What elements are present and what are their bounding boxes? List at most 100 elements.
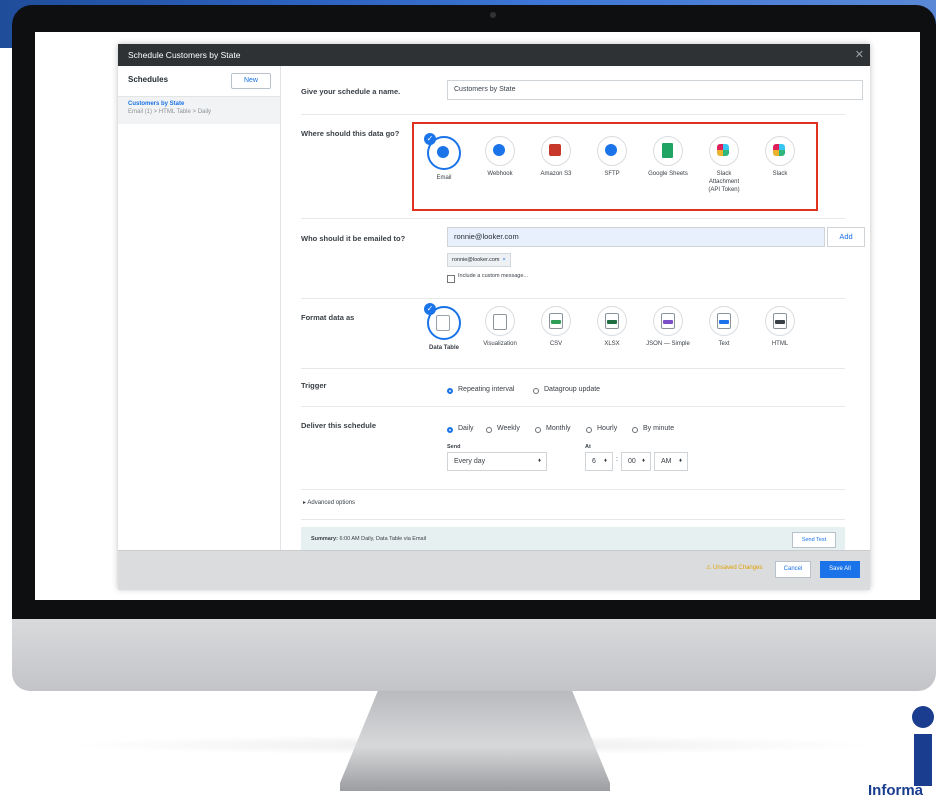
sidebar-header: Schedules New bbox=[118, 66, 280, 97]
summary-bar: Summary: 6:00 AM Daily, Data Table via E… bbox=[301, 527, 845, 552]
dialog-header: Schedule Customers by State ✕ bbox=[118, 44, 870, 66]
ampm-select[interactable]: AM ♦ bbox=[654, 452, 688, 471]
format-label-text: Text bbox=[718, 341, 730, 347]
new-schedule-button[interactable]: New bbox=[231, 73, 271, 89]
recipient-chip-label: ronnie@looker.com bbox=[452, 257, 500, 263]
destination-google-sheets[interactable]: Google Sheets bbox=[638, 136, 698, 178]
remove-chip-icon[interactable]: × bbox=[502, 257, 505, 263]
format-label-html: HTML bbox=[771, 341, 789, 347]
slack-attachment-option-circle bbox=[709, 136, 739, 166]
format-label: Format data as bbox=[301, 313, 355, 322]
monitor-stand bbox=[340, 691, 610, 791]
select-arrow-icon: ♦ bbox=[641, 458, 645, 464]
xlsx-tag bbox=[607, 320, 617, 324]
destination-label-slack-attachment: Slack Attachment (API Token) bbox=[708, 171, 740, 193]
destination-email[interactable]: ✓ Email bbox=[414, 133, 474, 182]
format-data-table[interactable]: ✓ Data Table bbox=[419, 303, 469, 352]
summary-text: Summary: 6:00 AM Daily, Data Table via E… bbox=[311, 536, 426, 542]
deliver-radio-weekly[interactable] bbox=[486, 427, 492, 433]
send-test-button[interactable]: Send Test bbox=[792, 532, 836, 548]
trigger-radio-repeating[interactable] bbox=[447, 388, 453, 394]
deliver-radio-daily[interactable] bbox=[447, 427, 453, 433]
html-circle bbox=[765, 306, 795, 336]
deliver-option-weekly: Weekly bbox=[497, 425, 520, 432]
format-xlsx[interactable]: XLSX bbox=[587, 306, 637, 348]
select-arrow-icon: ♦ bbox=[603, 458, 607, 464]
destination-slack-attachment[interactable]: Slack Attachment (API Token) bbox=[694, 136, 754, 194]
summary-prefix: Summary: bbox=[311, 536, 338, 542]
brand-logo-dot bbox=[912, 706, 934, 728]
destination-sftp[interactable]: SFTP bbox=[582, 136, 642, 178]
send-select[interactable]: Every day ♦ bbox=[447, 452, 547, 471]
text-tag bbox=[719, 320, 729, 324]
advanced-row bbox=[301, 489, 845, 520]
sidebar-item-customers-by-state[interactable]: Customers by State Email (1) > HTML Tabl… bbox=[118, 97, 280, 124]
destination-label-sftp: SFTP bbox=[604, 171, 620, 177]
destination-amazon-s3[interactable]: Amazon S3 bbox=[526, 136, 586, 178]
hour-select[interactable]: 6 ♦ bbox=[585, 452, 613, 471]
add-recipient-button[interactable]: Add bbox=[827, 227, 865, 247]
deliver-radio-hourly[interactable] bbox=[586, 427, 592, 433]
schedule-name: Customers by State bbox=[128, 101, 185, 107]
unsaved-changes-warning: ⚠ Unsaved Changes bbox=[706, 565, 763, 571]
dialog-footer: ⚠ Unsaved Changes Cancel Save All bbox=[118, 550, 870, 590]
format-html[interactable]: HTML bbox=[755, 306, 805, 348]
recipients-label: Who should it be emailed to? bbox=[301, 234, 406, 243]
sftp-option-circle bbox=[597, 136, 627, 166]
camera-icon bbox=[490, 12, 496, 18]
format-text[interactable]: Text bbox=[699, 306, 749, 348]
select-arrow-icon: ♦ bbox=[678, 458, 682, 464]
format-label-data-table: Data Table bbox=[429, 345, 459, 351]
ampm-value: AM bbox=[661, 458, 672, 465]
visualization-circle bbox=[485, 306, 515, 336]
advanced-options-toggle[interactable]: ▸ Advanced options bbox=[303, 499, 355, 506]
email-option-circle: ✓ bbox=[424, 133, 461, 170]
format-json-simple[interactable]: JSON — Simple bbox=[643, 306, 693, 348]
deliver-option-monthly: Monthly bbox=[546, 425, 571, 432]
destination-label: Where should this data go? bbox=[301, 129, 400, 138]
deliver-option-daily: Daily bbox=[458, 425, 474, 432]
sftp-icon bbox=[605, 144, 617, 156]
close-icon[interactable]: ✕ bbox=[855, 44, 864, 66]
monitor-chin bbox=[12, 619, 936, 691]
sheets-option-circle bbox=[653, 136, 683, 166]
email-input[interactable]: ronnie@looker.com bbox=[447, 227, 825, 247]
save-all-button[interactable]: Save All bbox=[820, 561, 860, 578]
slack-icon bbox=[717, 144, 729, 156]
time-separator: : bbox=[616, 456, 618, 463]
data-table-icon bbox=[436, 315, 450, 331]
visualization-icon bbox=[493, 314, 507, 330]
schedule-name-input[interactable]: Customers by State bbox=[447, 80, 863, 100]
trigger-label: Trigger bbox=[301, 381, 327, 390]
deliver-row: Deliver this schedule bbox=[301, 406, 845, 490]
text-circle bbox=[709, 306, 739, 336]
minute-value: 00 bbox=[628, 458, 636, 465]
csv-icon bbox=[549, 313, 563, 329]
custom-message-label: Include a custom message... bbox=[458, 273, 529, 279]
destination-webhook[interactable]: Webhook bbox=[470, 136, 530, 178]
format-visualization[interactable]: Visualization bbox=[475, 306, 525, 348]
json-circle bbox=[653, 306, 683, 336]
csv-circle bbox=[541, 306, 571, 336]
deliver-radio-monthly[interactable] bbox=[535, 427, 541, 433]
dialog-title: Schedule Customers by State bbox=[128, 50, 241, 60]
check-icon: ✓ bbox=[424, 303, 436, 315]
destination-slack[interactable]: Slack bbox=[750, 136, 810, 178]
recipient-chip[interactable]: ronnie@looker.com × bbox=[447, 253, 511, 267]
check-icon: ✓ bbox=[424, 133, 436, 145]
xlsx-circle bbox=[597, 306, 627, 336]
trigger-radio-datagroup[interactable] bbox=[533, 388, 539, 394]
minute-select[interactable]: 00 ♦ bbox=[621, 452, 651, 471]
deliver-option-hourly: Hourly bbox=[597, 425, 618, 432]
xlsx-icon bbox=[605, 313, 619, 329]
cancel-button[interactable]: Cancel bbox=[775, 561, 811, 578]
format-csv[interactable]: CSV bbox=[531, 306, 581, 348]
custom-message-checkbox[interactable] bbox=[447, 275, 455, 283]
deliver-label: Deliver this schedule bbox=[301, 421, 377, 430]
advanced-options-label: Advanced options bbox=[307, 500, 356, 506]
schedule-dialog: Schedule Customers by State ✕ Schedules … bbox=[118, 44, 870, 590]
google-sheets-icon bbox=[662, 143, 673, 158]
deliver-radio-by-minute[interactable] bbox=[632, 427, 638, 433]
html-icon bbox=[773, 313, 787, 329]
format-label-xlsx: XLSX bbox=[604, 341, 620, 347]
